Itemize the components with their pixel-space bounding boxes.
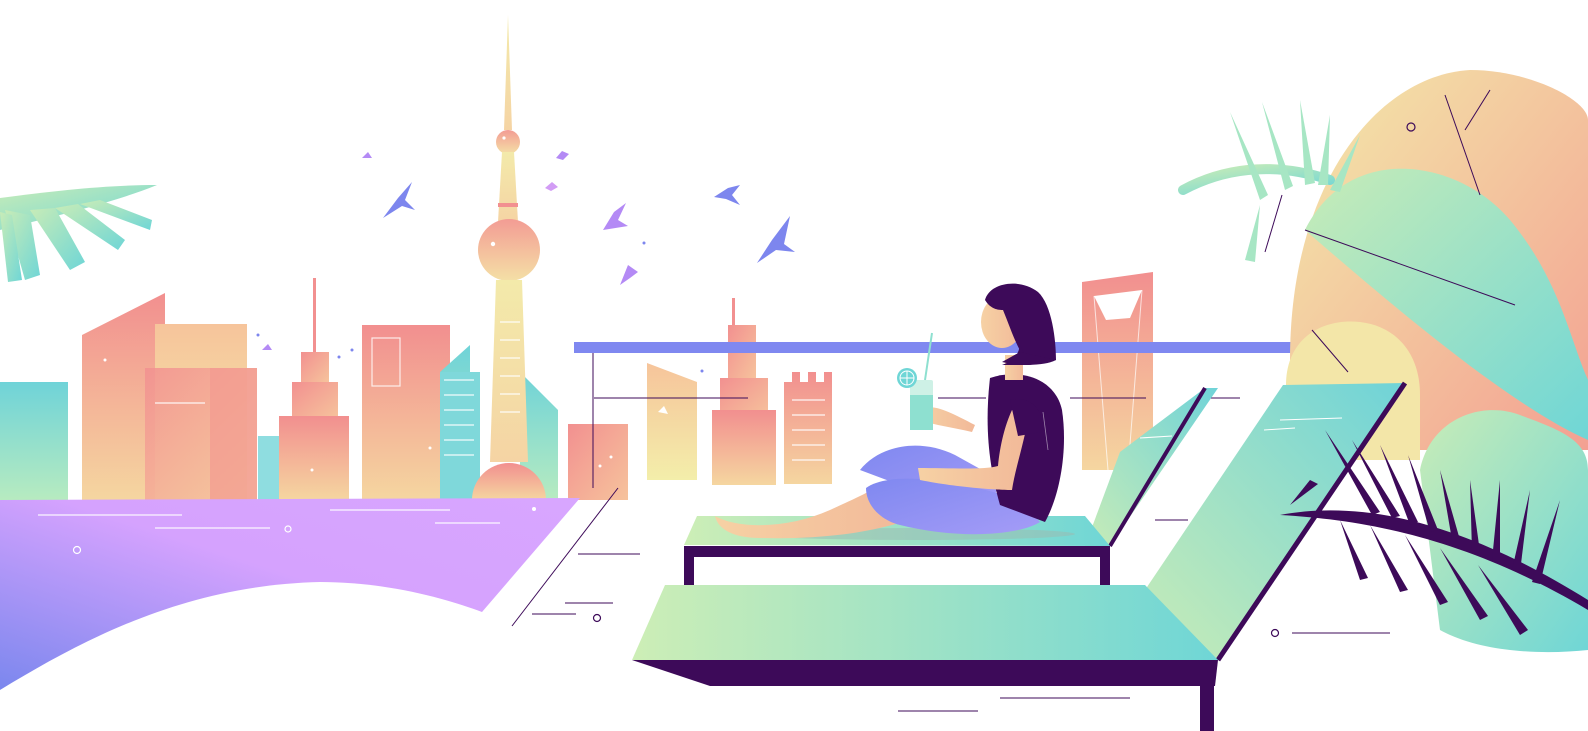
bird-icon (383, 182, 415, 218)
bird-icon (262, 344, 272, 350)
bird-icon (714, 185, 740, 205)
building-far-left (0, 382, 68, 500)
bird-icon (556, 151, 569, 160)
building-tall-window (362, 325, 450, 500)
bird-icon (603, 203, 628, 230)
bird-icon (545, 182, 558, 191)
bird-icon (757, 216, 795, 263)
bird-icon (620, 265, 638, 285)
bird-icon (362, 152, 372, 158)
rooftop-pool-illustration (0, 15, 1588, 731)
city-skyline (0, 15, 1153, 500)
rooftop-pool (0, 498, 580, 731)
palm-leaf-icon (0, 185, 157, 282)
building-stepped-tower (279, 278, 349, 500)
